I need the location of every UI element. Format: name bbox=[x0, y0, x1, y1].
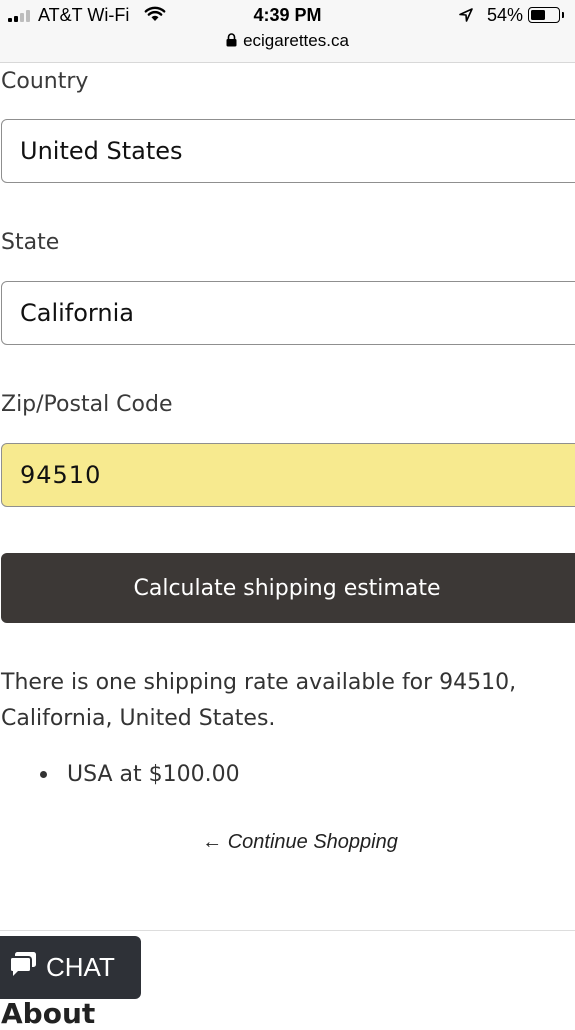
zip-input-value: 94510 bbox=[20, 461, 102, 489]
state-select-value: California bbox=[20, 299, 134, 327]
country-select[interactable]: United States bbox=[1, 119, 575, 183]
shipping-rate-list: USA at $100.00 bbox=[40, 762, 240, 787]
status-bar: AT&T Wi-Fi 4:39 PM 54% ecigarettes.ca bbox=[0, 0, 575, 63]
calculate-shipping-button[interactable]: Calculate shipping estimate bbox=[1, 553, 575, 623]
divider bbox=[0, 930, 575, 931]
url-text: ecigarettes.ca bbox=[243, 31, 349, 50]
state-label: State bbox=[1, 230, 60, 255]
chat-button[interactable]: CHAT bbox=[0, 936, 141, 999]
zip-label: Zip/Postal Code bbox=[1, 392, 173, 417]
shipping-rate-item: USA at $100.00 bbox=[67, 762, 240, 787]
chat-bubbles-icon bbox=[8, 951, 38, 984]
address-bar[interactable]: ecigarettes.ca bbox=[0, 31, 575, 52]
lock-icon bbox=[226, 32, 237, 52]
calculate-shipping-label: Calculate shipping estimate bbox=[133, 575, 441, 601]
chat-label: CHAT bbox=[46, 952, 115, 982]
zip-input[interactable]: 94510 bbox=[1, 443, 575, 507]
footer-about-heading: About bbox=[1, 997, 96, 1030]
country-label: Country bbox=[1, 69, 89, 94]
shipping-rate-message: There is one shipping rate available for… bbox=[1, 670, 517, 731]
continue-shopping-link[interactable]: ← Continue Shopping bbox=[0, 831, 575, 854]
country-select-value: United States bbox=[20, 137, 183, 165]
list-bullet bbox=[40, 771, 47, 778]
battery-percentage: 54% bbox=[487, 5, 524, 25]
battery-icon bbox=[528, 7, 564, 23]
state-select[interactable]: California bbox=[1, 281, 575, 345]
location-arrow-icon bbox=[458, 7, 474, 28]
